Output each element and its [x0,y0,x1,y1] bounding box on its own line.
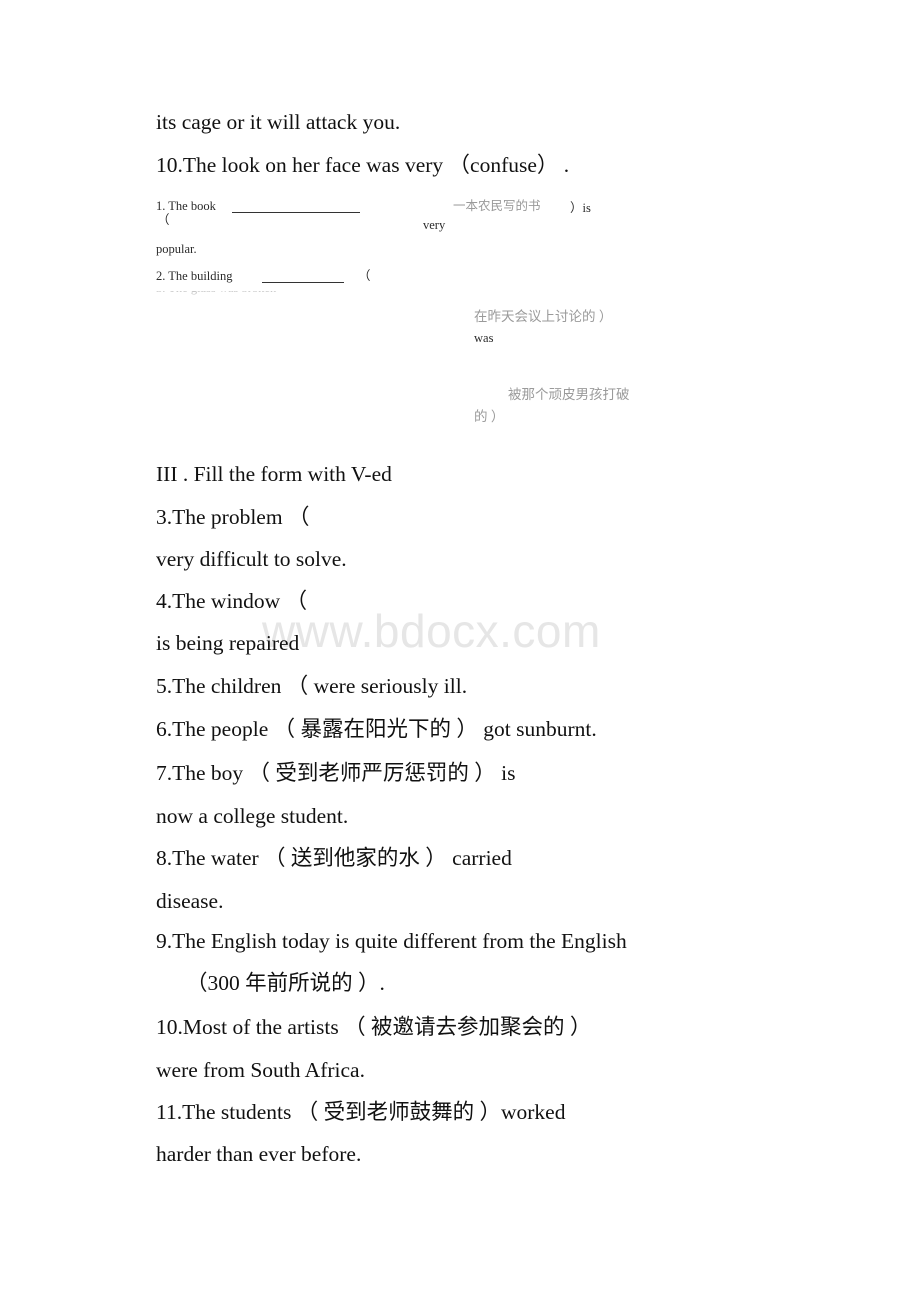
exercise-line-9-cont: （300 年前所说的 ）. [186,971,385,995]
watermark-bdocx: www.bdocx.com [262,605,601,657]
clipped-dot-row: · · · · · · · · [474,267,594,273]
insert-item-1-paren-close: ）is [570,201,591,215]
clipped-ghost-line: 3. The glass was broken [156,291,366,298]
exercise-line-8: 8.The water （ 送到他家的水 ） carried [156,846,512,870]
paragraph-line-continuation: its cage or it will attack you. [156,110,401,134]
exercise-line-9: 9.The English today is quite different f… [156,929,627,953]
insert-item-1-chinese-hint: 一本农民写的书 [453,199,541,213]
insert-was-word: was [474,331,494,345]
insert-item-1-tail: popular. [156,242,197,256]
insert-chinese-broken-tail: 的 ） [474,409,505,424]
insert-item-2-blank[interactable] [262,282,344,283]
exercise-line-7-cont: now a college student. [156,804,349,828]
exercise-line-7: 7.The boy （ 受到老师严厉惩罚的 ） is [156,761,516,785]
document-page: www.bdocx.com its cage or it will attack… [0,0,920,1302]
exercise-line-3: 3.The problem （ [156,505,310,529]
exercise-line-11-cont: harder than ever before. [156,1142,362,1166]
insert-chinese-broken-hint: 被那个顽皮男孩打破 [508,387,630,402]
exercise-line-10-cont: were from South Africa. [156,1058,365,1082]
exercise-line-5: 5.The children （ were seriously ill. [156,674,468,698]
exercise-line-4-cont: is being repaired [156,631,300,655]
insert-item-1-blank[interactable] [232,212,360,213]
insert-item-2-paren-open: （ [358,269,371,283]
insert-item-1-very: very [423,218,446,232]
exercise-line-11: 11.The students （ 受到老师鼓舞的 ）worked [156,1100,566,1124]
insert-chinese-meeting-hint: 在昨天会议上讨论的 ） [474,309,613,324]
exercise-line-6: 6.The people （ 暴露在阳光下的 ） got sunburnt. [156,717,597,741]
insert-item-1-paren-open: （ [157,213,170,227]
exercise-line-8-cont: disease. [156,889,224,913]
insert-item-2-prefix: 2. The building [156,269,233,283]
question-10-confuse: 10.The look on her face was very （confus… [156,153,570,177]
exercise-line-10: 10.Most of the artists （ 被邀请去参加聚会的 ） [156,1015,592,1039]
exercise-line-4: 4.The window （ [156,589,308,613]
section-heading-iii: III . Fill the form with V-ed [156,462,392,486]
exercise-line-3-cont: very difficult to solve. [156,547,347,571]
